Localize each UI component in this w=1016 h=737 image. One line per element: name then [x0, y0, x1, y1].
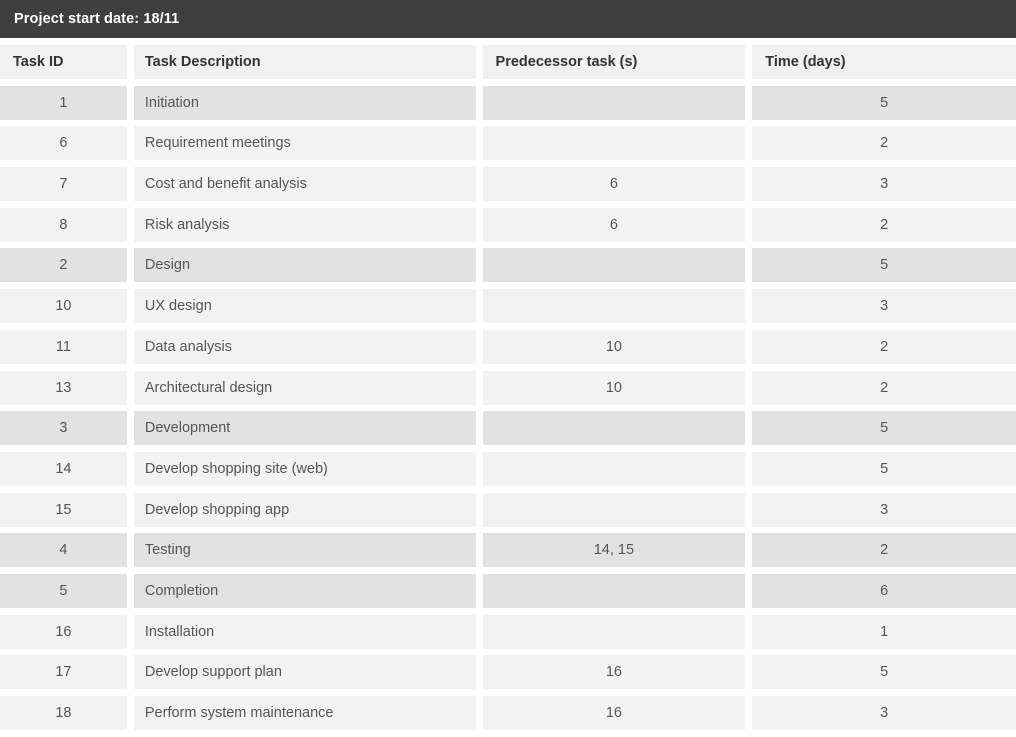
task-id-cell: 15: [0, 492, 127, 527]
task-id-cell: 3: [0, 411, 127, 446]
table-row[interactable]: 4 Testing 14, 15 2: [0, 533, 1016, 574]
predecessor-cell: 6: [482, 207, 746, 242]
time-days-cell: 2: [752, 370, 1016, 405]
task-id-cell: 17: [0, 655, 127, 690]
task-id-cell: 1: [0, 85, 127, 120]
time-days-cell: 5: [752, 248, 1016, 283]
time-days-cell: 3: [752, 167, 1016, 202]
task-description-cell: Requirement meetings: [133, 126, 476, 161]
predecessor-cell: [482, 573, 746, 608]
task-id-cell: 11: [0, 329, 127, 364]
task-description-cell: Initiation: [133, 85, 476, 120]
time-days-cell: 2: [752, 126, 1016, 161]
task-id-cell: 4: [0, 533, 127, 568]
time-days-cell: 5: [752, 451, 1016, 486]
task-description-cell: Develop shopping site (web): [133, 451, 476, 486]
task-id-cell: 18: [0, 696, 127, 730]
predecessor-cell: 16: [482, 655, 746, 690]
table-body: 1 Initiation 5 6 Requirement meetings 2 7 Cost …: [0, 85, 1016, 737]
task-description-cell: Develop shopping app: [133, 492, 476, 527]
time-days-cell: 1: [752, 614, 1016, 649]
time-days-cell: 6: [752, 573, 1016, 608]
task-description-cell: Develop support plan: [133, 655, 476, 690]
table-row[interactable]: 13 Architectural design 10 2: [0, 370, 1016, 412]
task-id-cell: 6: [0, 126, 127, 161]
task-id-cell: 8: [0, 207, 127, 242]
table-row[interactable]: 17 Develop support plan 16 5: [0, 655, 1016, 696]
task-id-cell: 13: [0, 370, 127, 405]
task-id-cell: 16: [0, 614, 127, 649]
predecessor-cell: 6: [482, 167, 746, 202]
predecessor-cell: [482, 85, 746, 120]
table-row[interactable]: 8 Risk analysis 6 2: [0, 207, 1016, 249]
time-days-cell: 2: [752, 533, 1016, 568]
time-days-cell: 3: [752, 492, 1016, 527]
task-description-cell: Data analysis: [133, 329, 476, 364]
predecessor-cell: [482, 289, 746, 324]
table-row[interactable]: 1 Initiation 5: [0, 85, 1016, 127]
table-row[interactable]: 5 Completion 6: [0, 573, 1016, 615]
time-days-cell: 5: [752, 85, 1016, 120]
predecessor-cell: 16: [482, 696, 746, 730]
task-description-cell: Risk analysis: [133, 207, 476, 242]
time-days-cell: 5: [752, 411, 1016, 446]
task-description-cell: Perform system maintenance: [133, 696, 476, 730]
table-row[interactable]: 2 Design 5: [0, 248, 1016, 289]
predecessor-cell: [482, 248, 746, 283]
task-id-cell: 5: [0, 573, 127, 608]
time-days-cell: 5: [752, 655, 1016, 690]
predecessor-cell: [482, 451, 746, 486]
task-description-cell: Installation: [133, 614, 476, 649]
title-bar: Project start date: 18/11: [0, 0, 1016, 38]
table-header-row: Task ID Task Description Predecessor tas…: [0, 45, 1016, 86]
task-description-cell: Cost and benefit analysis: [133, 167, 476, 202]
table-row[interactable]: 15 Develop shopping app 3: [0, 492, 1016, 534]
time-days-cell: 2: [752, 207, 1016, 242]
time-days-cell: 2: [752, 329, 1016, 364]
task-description-cell: Completion: [133, 573, 476, 608]
table-row[interactable]: 16 Installation 1: [0, 614, 1016, 656]
task-description-cell: Testing: [133, 533, 476, 568]
column-header-time-days[interactable]: Time (days): [752, 45, 1016, 79]
project-start-date-label: Project start date: 18/11: [14, 10, 180, 27]
predecessor-cell: 14, 15: [482, 533, 746, 568]
task-description-cell: Development: [133, 411, 476, 446]
task-id-cell: 10: [0, 289, 127, 324]
task-table: Task ID Task Description Predecessor tas…: [0, 38, 1016, 737]
project-schedule-sheet: Project start date: 18/11 Task ID Task D…: [0, 0, 1016, 731]
task-id-cell: 7: [0, 167, 127, 202]
task-id-cell: 14: [0, 451, 127, 486]
task-description-cell: Architectural design: [133, 370, 476, 405]
task-description-cell: UX design: [133, 289, 476, 324]
table-row[interactable]: 6 Requirement meetings 2: [0, 126, 1016, 167]
table-row[interactable]: 7 Cost and benefit analysis 6 3: [0, 167, 1016, 208]
predecessor-cell: [482, 126, 746, 161]
predecessor-cell: 10: [482, 329, 746, 364]
predecessor-cell: [482, 492, 746, 527]
table-row[interactable]: 14 Develop shopping site (web) 5: [0, 451, 1016, 493]
column-header-task-id[interactable]: Task ID: [0, 45, 127, 79]
predecessor-cell: 10: [482, 370, 746, 405]
table-row[interactable]: 3 Development 5: [0, 411, 1016, 452]
task-id-cell: 2: [0, 248, 127, 283]
time-days-cell: 3: [752, 696, 1016, 730]
predecessor-cell: [482, 411, 746, 446]
column-header-predecessor-task[interactable]: Predecessor task (s): [482, 45, 746, 79]
table-row[interactable]: 11 Data analysis 10 2: [0, 329, 1016, 371]
task-description-cell: Design: [133, 248, 476, 283]
column-header-task-description[interactable]: Task Description: [133, 45, 476, 79]
table-row[interactable]: 10 UX design 3: [0, 289, 1016, 330]
predecessor-cell: [482, 614, 746, 649]
time-days-cell: 3: [752, 289, 1016, 324]
